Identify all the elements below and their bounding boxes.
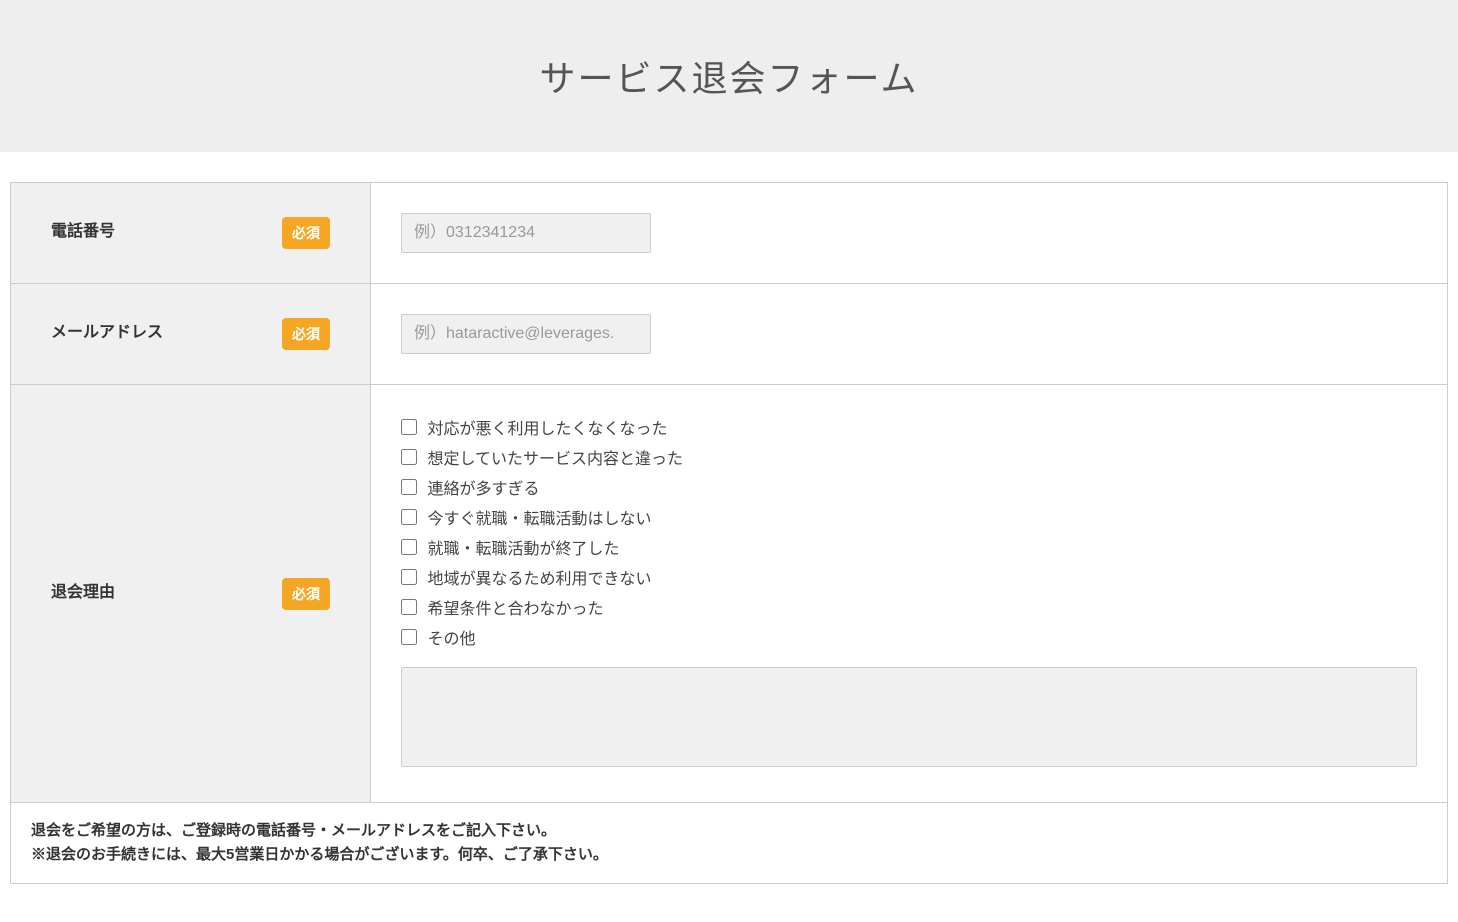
reason-label: 退会理由 bbox=[51, 578, 115, 602]
footer-note-line1: 退会をご希望の方は、ご登録時の電話番号・メールアドレスをご記入下さい。 bbox=[31, 819, 1427, 843]
page-header: サービス退会フォーム bbox=[0, 0, 1458, 152]
phone-input[interactable] bbox=[401, 213, 651, 253]
row-email: メールアドレス 必須 bbox=[11, 284, 1448, 385]
reason-option: 対応が悪く利用したくなくなった bbox=[401, 415, 1417, 439]
reason-textarea[interactable] bbox=[401, 667, 1417, 767]
reason-option: 希望条件と合わなかった bbox=[401, 595, 1417, 619]
page-title: サービス退会フォーム bbox=[0, 50, 1458, 102]
reason-option-label[interactable]: 希望条件と合わなかった bbox=[427, 601, 603, 618]
footer-note-line2: ※退会のお手続きには、最大5営業日かかる場合がございます。何卒、ご了承下さい。 bbox=[31, 843, 1427, 867]
phone-input-cell bbox=[371, 183, 1448, 284]
reason-checkbox-4[interactable] bbox=[401, 539, 417, 555]
reason-checkbox-group: 対応が悪く利用したくなくなった 想定していたサービス内容と違った 連絡が多すぎる bbox=[401, 415, 1417, 649]
reason-checkbox-7[interactable] bbox=[401, 629, 417, 645]
row-phone: 電話番号 必須 bbox=[11, 183, 1448, 284]
email-input-cell bbox=[371, 284, 1448, 385]
phone-label-cell: 電話番号 必須 bbox=[11, 183, 371, 284]
reason-option: 地域が異なるため利用できない bbox=[401, 565, 1417, 589]
required-badge: 必須 bbox=[282, 578, 330, 610]
reason-checkbox-1[interactable] bbox=[401, 449, 417, 465]
reason-checkbox-5[interactable] bbox=[401, 569, 417, 585]
reason-option-label[interactable]: 連絡が多すぎる bbox=[427, 481, 539, 498]
reason-checkbox-0[interactable] bbox=[401, 419, 417, 435]
reason-checkbox-3[interactable] bbox=[401, 509, 417, 525]
reason-checkbox-6[interactable] bbox=[401, 599, 417, 615]
reason-option: 今すぐ就職・転職活動はしない bbox=[401, 505, 1417, 529]
reason-option-label[interactable]: 今すぐ就職・転職活動はしない bbox=[427, 511, 651, 528]
reason-option: その他 bbox=[401, 625, 1417, 649]
email-input[interactable] bbox=[401, 314, 651, 354]
form-container: 電話番号 必須 メールアドレス 必須 退会理由 必須 bbox=[0, 152, 1458, 894]
required-badge: 必須 bbox=[282, 217, 330, 249]
reason-checkbox-2[interactable] bbox=[401, 479, 417, 495]
required-badge: 必須 bbox=[282, 318, 330, 350]
reason-option: 就職・転職活動が終了した bbox=[401, 535, 1417, 559]
reason-option-label[interactable]: その他 bbox=[427, 631, 475, 648]
row-reason: 退会理由 必須 対応が悪く利用したくなくなった 想定していたサービス内容と違った bbox=[11, 385, 1448, 803]
phone-label: 電話番号 bbox=[51, 217, 115, 241]
form-table: 電話番号 必須 メールアドレス 必須 退会理由 必須 bbox=[10, 182, 1448, 803]
reason-option: 想定していたサービス内容と違った bbox=[401, 445, 1417, 469]
reason-option-label[interactable]: 想定していたサービス内容と違った bbox=[427, 451, 683, 468]
reason-label-cell: 退会理由 必須 bbox=[11, 385, 371, 803]
reason-option-label[interactable]: 地域が異なるため利用できない bbox=[427, 571, 651, 588]
reason-option-label[interactable]: 対応が悪く利用したくなくなった bbox=[427, 421, 667, 438]
reason-option-label[interactable]: 就職・転職活動が終了した bbox=[427, 541, 619, 558]
email-label-cell: メールアドレス 必須 bbox=[11, 284, 371, 385]
footer-note: 退会をご希望の方は、ご登録時の電話番号・メールアドレスをご記入下さい。 ※退会の… bbox=[10, 803, 1448, 884]
reason-option: 連絡が多すぎる bbox=[401, 475, 1417, 499]
email-label: メールアドレス bbox=[51, 318, 163, 342]
reason-input-cell: 対応が悪く利用したくなくなった 想定していたサービス内容と違った 連絡が多すぎる bbox=[371, 385, 1448, 803]
